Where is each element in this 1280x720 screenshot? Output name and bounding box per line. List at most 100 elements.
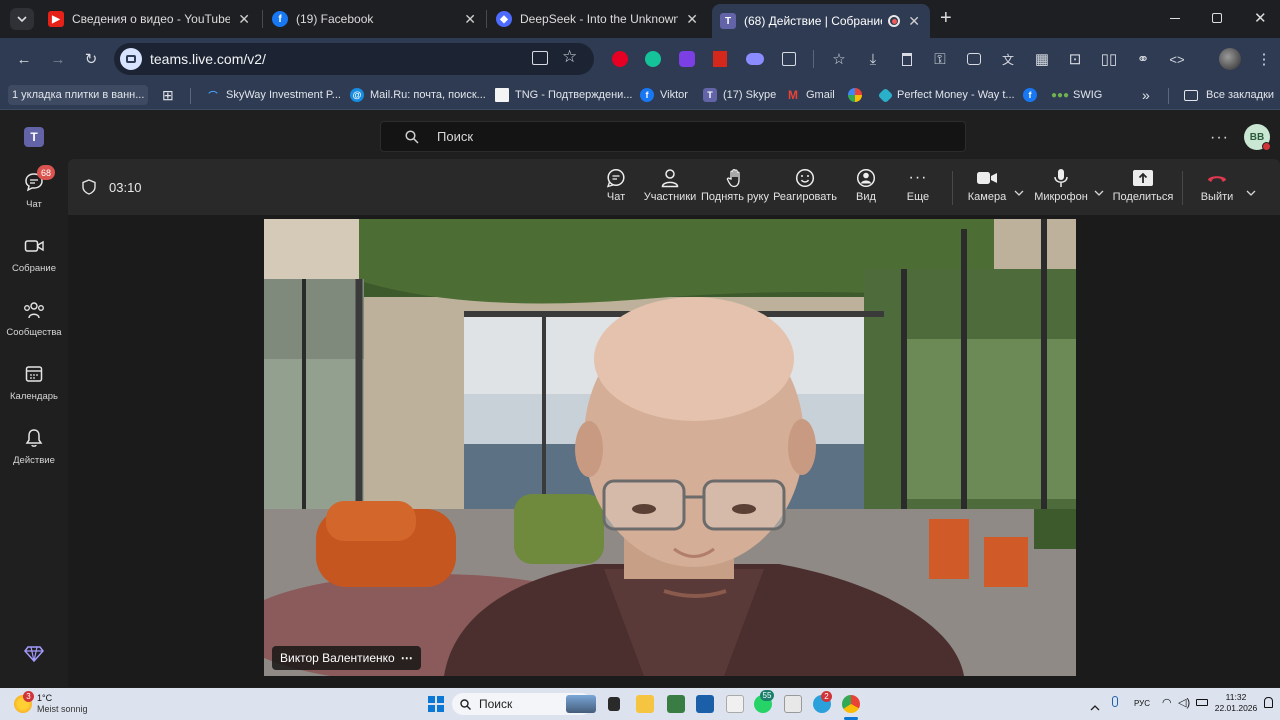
pinterest-icon[interactable] (610, 49, 630, 69)
apps-grid-icon[interactable]: ⊞ (162, 86, 174, 104)
close-window-button[interactable]: ✕ (1254, 9, 1267, 27)
keyboard-language[interactable]: РУС (1134, 699, 1150, 708)
browser-tab-facebook[interactable]: f (19) Facebook ✕ (264, 4, 486, 34)
bookmark-item[interactable]: f (1023, 86, 1043, 104)
leave-options-chevron-icon[interactable] (1246, 183, 1256, 201)
back-icon[interactable]: ← (14, 49, 34, 69)
bookmark-item[interactable]: @ Mail.Ru: почта, поиск... (350, 86, 486, 104)
bookmark-item[interactable]: TNG - Подтверждени... (495, 86, 632, 104)
user-avatar[interactable]: BB (1244, 124, 1271, 151)
new-tab-button[interactable]: + (940, 8, 958, 28)
trash-icon[interactable] (897, 49, 917, 69)
bookmark-item[interactable]: 1 укладка плитки в ванн... (8, 85, 149, 105)
browser-tab-teams[interactable]: T (68) Действие | Собрание с о ✕ (712, 4, 930, 38)
react-button[interactable]: Реагировать (773, 167, 837, 211)
store-icon[interactable] (696, 695, 714, 713)
translate-icon[interactable]: 文 (998, 49, 1018, 69)
grammarly-icon[interactable] (643, 49, 663, 69)
more-options-icon[interactable]: ··· (1210, 129, 1229, 147)
chat-button[interactable]: Чат (601, 167, 631, 211)
bookmark-item[interactable]: ⌒ SkyWay Investment P... (206, 86, 340, 104)
site-info-icon[interactable] (120, 48, 142, 70)
participants-button[interactable]: Участники (644, 167, 696, 211)
more-button[interactable]: ··· Еще (904, 167, 932, 211)
forward-icon[interactable]: → (48, 49, 68, 69)
download-icon[interactable]: ⤓ (863, 49, 883, 69)
qr-code-icon[interactable]: ▦ (1032, 49, 1052, 69)
microphone-button[interactable]: Микрофон (1034, 167, 1088, 211)
rail-item-communities[interactable]: Сообщества (0, 299, 68, 355)
profile-avatar[interactable] (1219, 48, 1241, 70)
notification-bell-icon[interactable] (1264, 697, 1273, 708)
file-explorer-icon[interactable] (636, 695, 654, 713)
tab-search-button[interactable] (10, 8, 34, 30)
rail-item-meeting[interactable]: Собрание (0, 235, 68, 291)
clock[interactable]: 11:32 22.01.2026 (1214, 692, 1258, 714)
browser-tab-youtube[interactable]: ▶ Сведения о видео - YouTube Stu ✕ (40, 4, 260, 34)
key-icon[interactable]: ⚿ (930, 49, 950, 69)
participant-video-tile[interactable]: Виктор Валентиенко ⋯ (264, 219, 1076, 676)
premium-diamond-icon[interactable] (24, 645, 44, 668)
extension-cloud-icon[interactable] (745, 49, 765, 69)
rail-item-activity[interactable]: Действие (0, 427, 68, 483)
widgets-scene-icon[interactable] (566, 695, 596, 713)
close-icon[interactable]: ✕ (686, 11, 698, 28)
chrome-icon[interactable] (842, 695, 860, 713)
bookmark-item[interactable]: Perfect Money - Way t... (877, 86, 1015, 104)
close-icon[interactable]: ✕ (908, 13, 920, 30)
minimize-button[interactable] (1170, 18, 1180, 19)
volume-icon[interactable]: ◁) (1178, 696, 1190, 709)
wifi-icon[interactable]: ◠ (1162, 696, 1172, 709)
devtools-icon[interactable]: <> (1167, 49, 1187, 69)
camera-button[interactable]: Камера (967, 167, 1007, 211)
app-green-icon[interactable] (667, 695, 685, 713)
participant-name-plate[interactable]: Виктор Валентиенко ⋯ (272, 646, 421, 670)
bookmark-item[interactable]: M Gmail (786, 86, 835, 104)
reload-icon[interactable]: ↻ (81, 49, 101, 69)
bookmarks-overflow-button[interactable]: » (1142, 86, 1150, 104)
browser-tab-deepseek[interactable]: ◆ DeepSeek - Into the Unknown ✕ (488, 4, 708, 34)
extension-purple-icon[interactable] (677, 49, 697, 69)
acrobat-icon[interactable] (710, 49, 730, 69)
telegram-icon[interactable]: 2 (813, 691, 832, 713)
weather-widget[interactable]: 3 1°C Meist sonnig (14, 691, 88, 716)
extensions-puzzle-icon[interactable] (779, 49, 799, 69)
tray-overflow-chevron-icon[interactable] (1090, 698, 1100, 716)
camera-options-chevron-icon[interactable] (1014, 183, 1024, 201)
battery-icon[interactable] (1196, 699, 1208, 706)
url-text[interactable]: teams.live.com/v2/ (150, 51, 266, 67)
microphone-options-chevron-icon[interactable] (1094, 183, 1104, 201)
install-app-icon[interactable] (532, 51, 548, 65)
favorites-icon[interactable]: ☆ (829, 49, 849, 69)
raise-hand-button[interactable]: Поднять руку (701, 167, 769, 211)
teams-logo-icon[interactable]: T (24, 127, 44, 147)
reading-mode-icon[interactable]: ▯▯ (1099, 49, 1119, 69)
task-view-icon[interactable] (608, 697, 620, 711)
bookmark-item[interactable] (848, 86, 868, 104)
close-icon[interactable]: ✕ (238, 11, 250, 28)
copy-link-icon[interactable]: ⚭ (1133, 49, 1153, 69)
windows-start-icon[interactable] (428, 696, 444, 712)
rail-item-chat[interactable]: 68 Чат (0, 165, 68, 227)
whatsapp-icon[interactable]: 55 (754, 690, 774, 713)
close-icon[interactable]: ✕ (464, 11, 476, 28)
all-bookmarks-button[interactable]: Все закладки (1184, 86, 1274, 104)
tray-microphone-icon[interactable] (1112, 696, 1118, 707)
bookmark-star-icon[interactable]: ☆ (562, 47, 577, 67)
restore-button[interactable] (1212, 13, 1222, 23)
calculator-icon[interactable] (784, 695, 802, 713)
bookmark-item[interactable]: f Viktor (640, 86, 688, 104)
cast-icon[interactable]: ⊡ (1065, 49, 1085, 69)
notepad-icon[interactable] (726, 695, 744, 713)
view-button[interactable]: Вид (851, 167, 881, 211)
share-button[interactable]: Поделиться (1113, 167, 1173, 211)
menu-kebab-icon[interactable]: ⋮ (1254, 49, 1274, 69)
address-bar[interactable]: teams.live.com/v2/ ☆ (114, 43, 594, 75)
bookmark-item[interactable]: ●●● SWIG (1051, 86, 1102, 104)
bookmark-item[interactable]: T (17) Skype (703, 86, 776, 104)
screenshot-icon[interactable] (964, 49, 984, 69)
teams-search-input[interactable]: Поиск (380, 121, 966, 152)
participant-more-icon[interactable]: ⋯ (401, 651, 413, 665)
rail-item-calendar[interactable]: Календарь (0, 363, 68, 419)
leave-button[interactable]: Выйти (1198, 167, 1236, 211)
